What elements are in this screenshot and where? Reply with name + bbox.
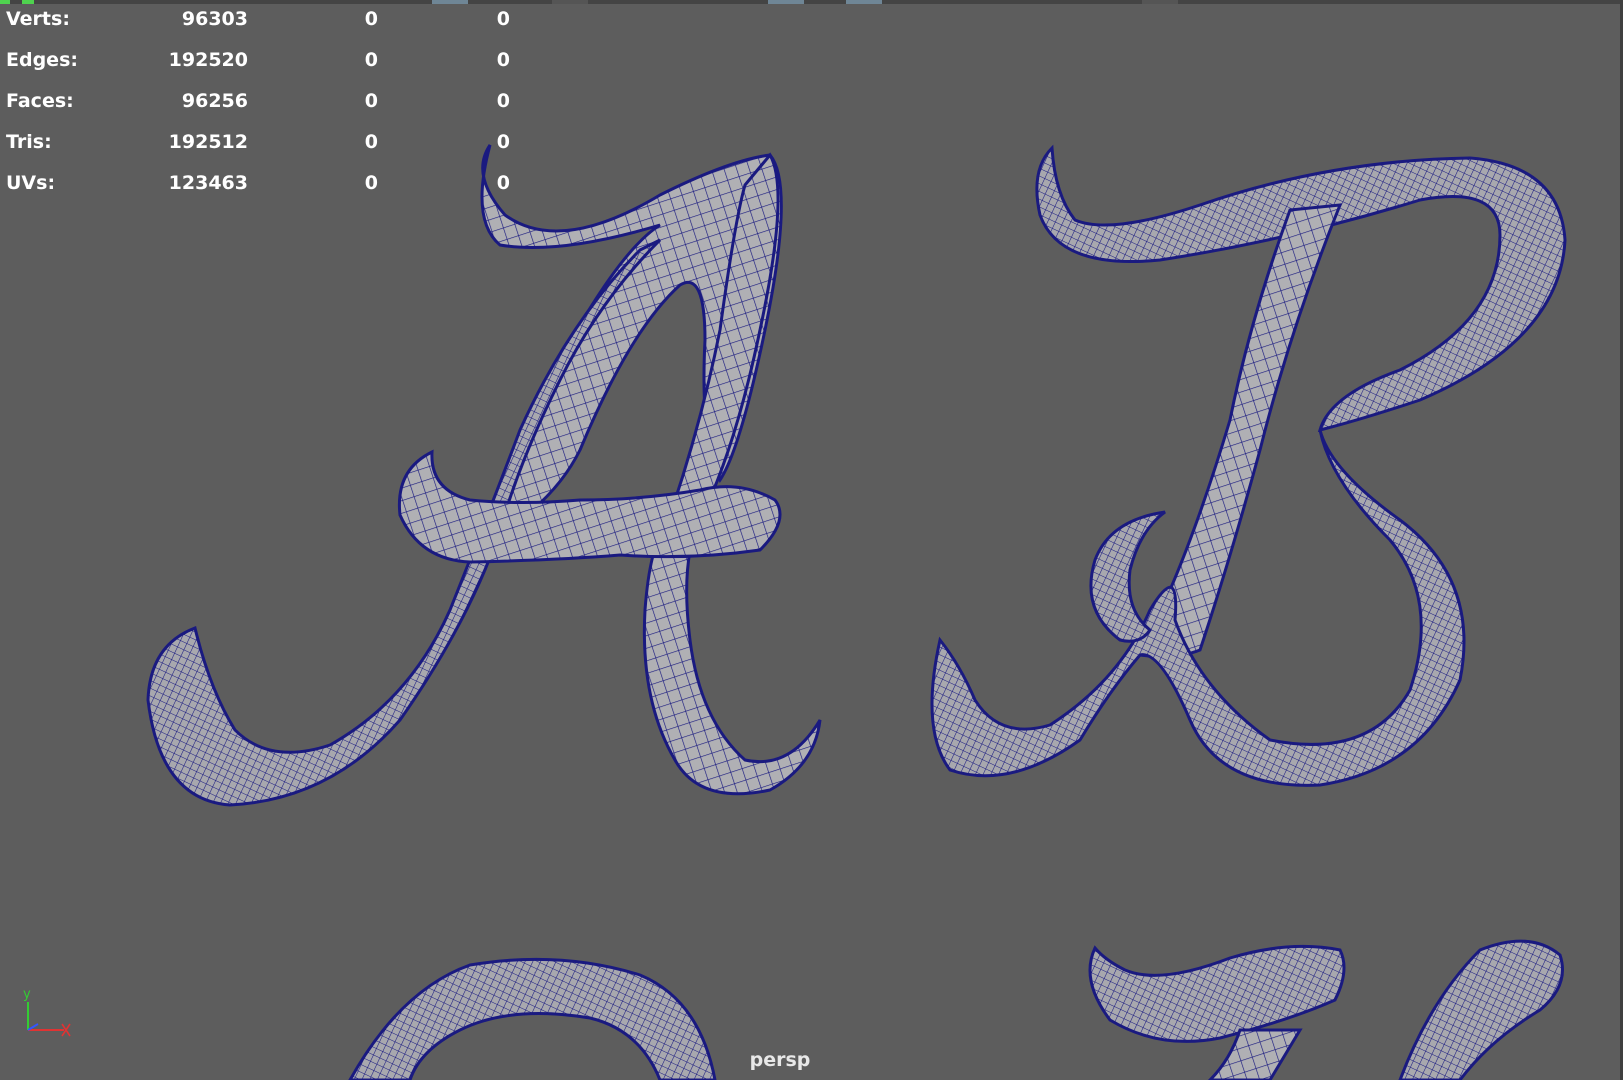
hud-component-value: 0: [496, 172, 510, 194]
hud-row-edges: Edges: 192520 0 0: [6, 49, 526, 73]
hud-selected-value: 0: [364, 131, 378, 153]
hud-total-value: 192512: [168, 131, 248, 153]
hud-label: UVs:: [6, 172, 56, 194]
mesh-canvas[interactable]: [0, 0, 1623, 1080]
letter-d-mesh[interactable]: [1088, 939, 1564, 1080]
hud-selected-value: 0: [364, 90, 378, 112]
hud-total-value: 123463: [168, 172, 248, 194]
hud-component-value: 0: [496, 8, 510, 30]
hud-label: Verts:: [6, 8, 70, 30]
hud-selected-value: 0: [364, 8, 378, 30]
hud-label: Edges:: [6, 49, 78, 71]
hud-component-value: 0: [496, 131, 510, 153]
hud-selected-value: 0: [364, 49, 378, 71]
letter-c-mesh[interactable]: [348, 957, 717, 1080]
hud-total-value: 96303: [181, 8, 248, 30]
letter-a-mesh[interactable]: [146, 144, 822, 807]
hud-component-value: 0: [496, 90, 510, 112]
hud-label: Tris:: [6, 131, 52, 153]
hud-component-value: 0: [496, 49, 510, 71]
hud-total-value: 96256: [181, 90, 248, 112]
hud-row-uvs: UVs: 123463 0 0: [6, 172, 526, 196]
hud-label: Faces:: [6, 90, 74, 112]
hud-row-faces: Faces: 96256 0 0: [6, 90, 526, 114]
camera-name-label: persp: [749, 1049, 811, 1071]
perspective-viewport[interactable]: Verts: 96303 0 0 Edges: 192520 0 0 Faces…: [0, 0, 1623, 1080]
axis-gizmo-icon: y: [23, 987, 71, 1037]
hud-total-value: 192520: [168, 49, 248, 71]
hud-selected-value: 0: [364, 172, 378, 194]
letter-b-mesh[interactable]: [930, 144, 1567, 787]
hud-row-tris: Tris: 192512 0 0: [6, 131, 526, 155]
axis-y-label: y: [23, 987, 31, 1002]
hud-row-verts: Verts: 96303 0 0: [6, 8, 526, 32]
